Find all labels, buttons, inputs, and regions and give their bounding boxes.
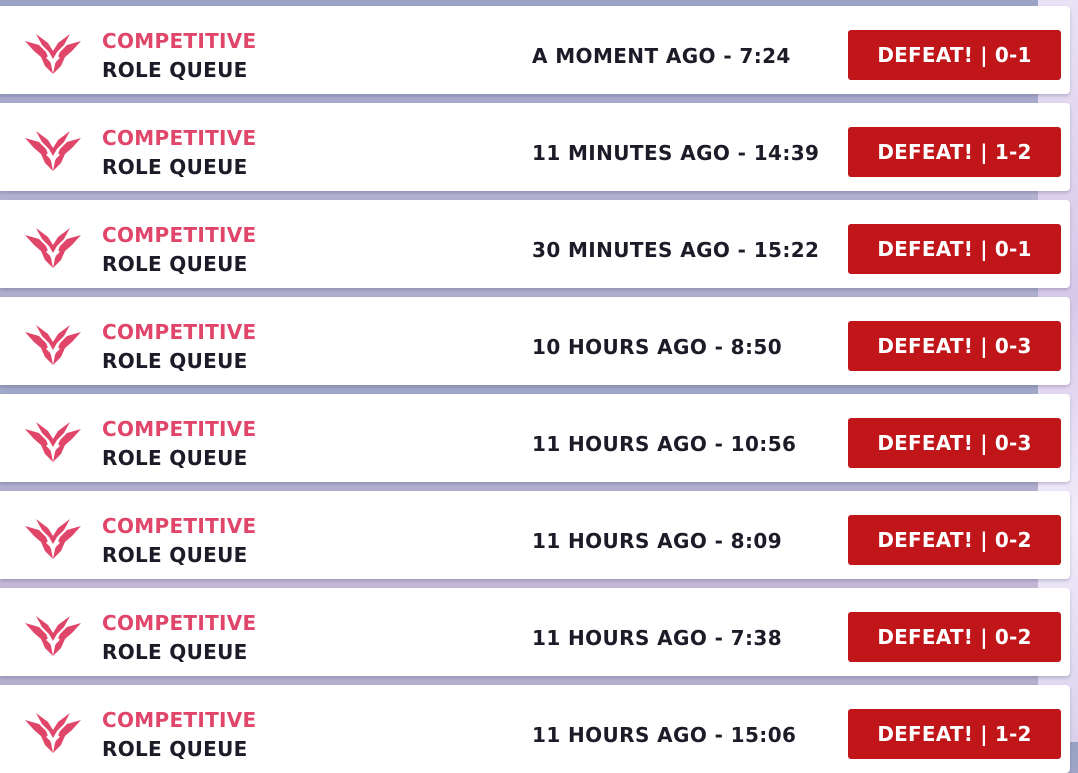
competitive-wings-icon bbox=[24, 421, 82, 463]
result-badge[interactable]: DEFEAT! | 0-2 bbox=[848, 515, 1061, 565]
competitive-wings-icon bbox=[24, 712, 82, 754]
result-badge[interactable]: DEFEAT! | 1-2 bbox=[848, 127, 1061, 177]
queue-type: ROLE QUEUE bbox=[102, 349, 248, 373]
queue-type: ROLE QUEUE bbox=[102, 640, 248, 664]
match-row[interactable]: COMPETITIVE ROLE QUEUE 11 HOURS AGO - 10… bbox=[0, 394, 1070, 482]
competitive-wings-icon bbox=[24, 33, 82, 75]
queue-type: ROLE QUEUE bbox=[102, 543, 248, 567]
match-row[interactable]: COMPETITIVE ROLE QUEUE 11 HOURS AGO - 7:… bbox=[0, 588, 1070, 676]
competitive-wings-icon bbox=[24, 518, 82, 560]
mode-title: COMPETITIVE bbox=[102, 514, 257, 538]
match-time: 11 HOURS AGO - 15:06 bbox=[532, 723, 797, 747]
match-row[interactable]: COMPETITIVE ROLE QUEUE 11 HOURS AGO - 15… bbox=[0, 685, 1070, 773]
result-badge[interactable]: DEFEAT! | 0-3 bbox=[848, 418, 1061, 468]
mode-title: COMPETITIVE bbox=[102, 417, 257, 441]
match-time: 11 HOURS AGO - 7:38 bbox=[532, 626, 783, 650]
match-row[interactable]: COMPETITIVE ROLE QUEUE 11 HOURS AGO - 8:… bbox=[0, 491, 1070, 579]
queue-type: ROLE QUEUE bbox=[102, 155, 248, 179]
match-time: 10 HOURS AGO - 8:50 bbox=[532, 335, 783, 359]
match-time: 11 MINUTES AGO - 14:39 bbox=[532, 141, 820, 165]
match-time: A MOMENT AGO - 7:24 bbox=[532, 44, 791, 68]
mode-title: COMPETITIVE bbox=[102, 708, 257, 732]
mode-title: COMPETITIVE bbox=[102, 320, 257, 344]
competitive-wings-icon bbox=[24, 130, 82, 172]
result-badge[interactable]: DEFEAT! | 0-3 bbox=[848, 321, 1061, 371]
queue-type: ROLE QUEUE bbox=[102, 252, 248, 276]
competitive-wings-icon bbox=[24, 615, 82, 657]
mode-title: COMPETITIVE bbox=[102, 29, 257, 53]
result-badge[interactable]: DEFEAT! | 0-2 bbox=[848, 612, 1061, 662]
competitive-wings-icon bbox=[24, 227, 82, 269]
queue-type: ROLE QUEUE bbox=[102, 737, 248, 761]
match-row[interactable]: COMPETITIVE ROLE QUEUE A MOMENT AGO - 7:… bbox=[0, 6, 1070, 94]
match-row[interactable]: COMPETITIVE ROLE QUEUE 10 HOURS AGO - 8:… bbox=[0, 297, 1070, 385]
result-badge[interactable]: DEFEAT! | 1-2 bbox=[848, 709, 1061, 759]
match-row[interactable]: COMPETITIVE ROLE QUEUE 11 MINUTES AGO - … bbox=[0, 103, 1070, 191]
match-time: 11 HOURS AGO - 10:56 bbox=[532, 432, 797, 456]
match-time: 30 MINUTES AGO - 15:22 bbox=[532, 238, 820, 262]
queue-type: ROLE QUEUE bbox=[102, 58, 248, 82]
queue-type: ROLE QUEUE bbox=[102, 446, 248, 470]
mode-title: COMPETITIVE bbox=[102, 126, 257, 150]
result-badge[interactable]: DEFEAT! | 0-1 bbox=[848, 30, 1061, 80]
result-badge[interactable]: DEFEAT! | 0-1 bbox=[848, 224, 1061, 274]
competitive-wings-icon bbox=[24, 324, 82, 366]
mode-title: COMPETITIVE bbox=[102, 223, 257, 247]
mode-title: COMPETITIVE bbox=[102, 611, 257, 635]
match-time: 11 HOURS AGO - 8:09 bbox=[532, 529, 783, 553]
match-row[interactable]: COMPETITIVE ROLE QUEUE 30 MINUTES AGO - … bbox=[0, 200, 1070, 288]
